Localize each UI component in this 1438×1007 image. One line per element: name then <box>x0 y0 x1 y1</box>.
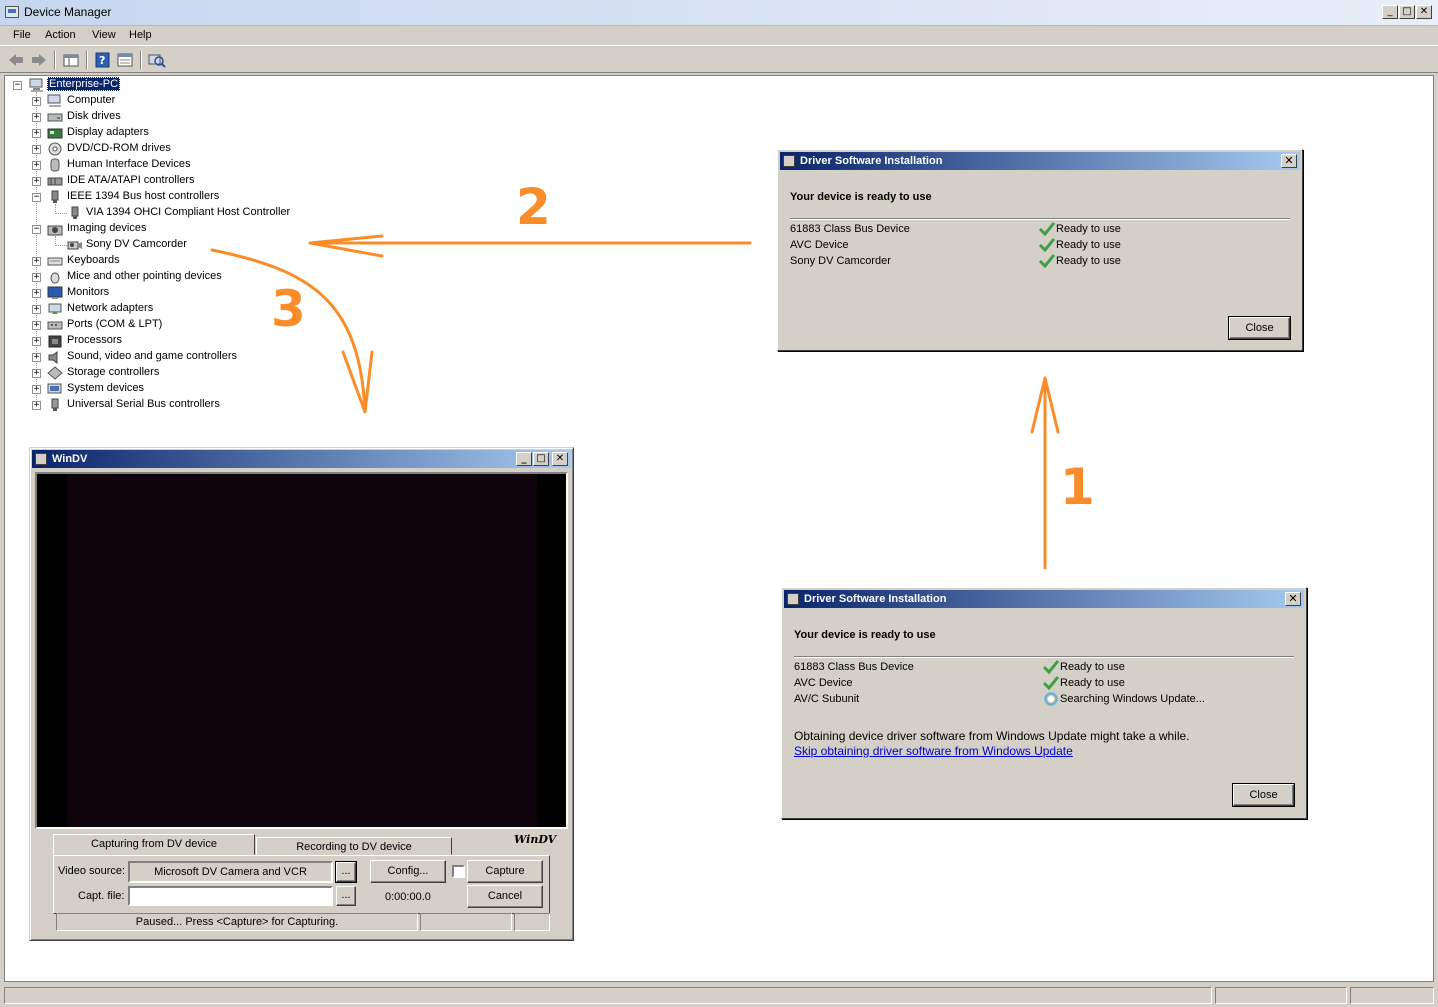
annotation-arrows <box>210 234 1060 570</box>
annotation-3: 3 <box>271 280 306 338</box>
arrow-2-head <box>309 234 384 258</box>
annotation-1: 1 <box>1060 458 1095 516</box>
annotation-2: 2 <box>516 178 551 236</box>
